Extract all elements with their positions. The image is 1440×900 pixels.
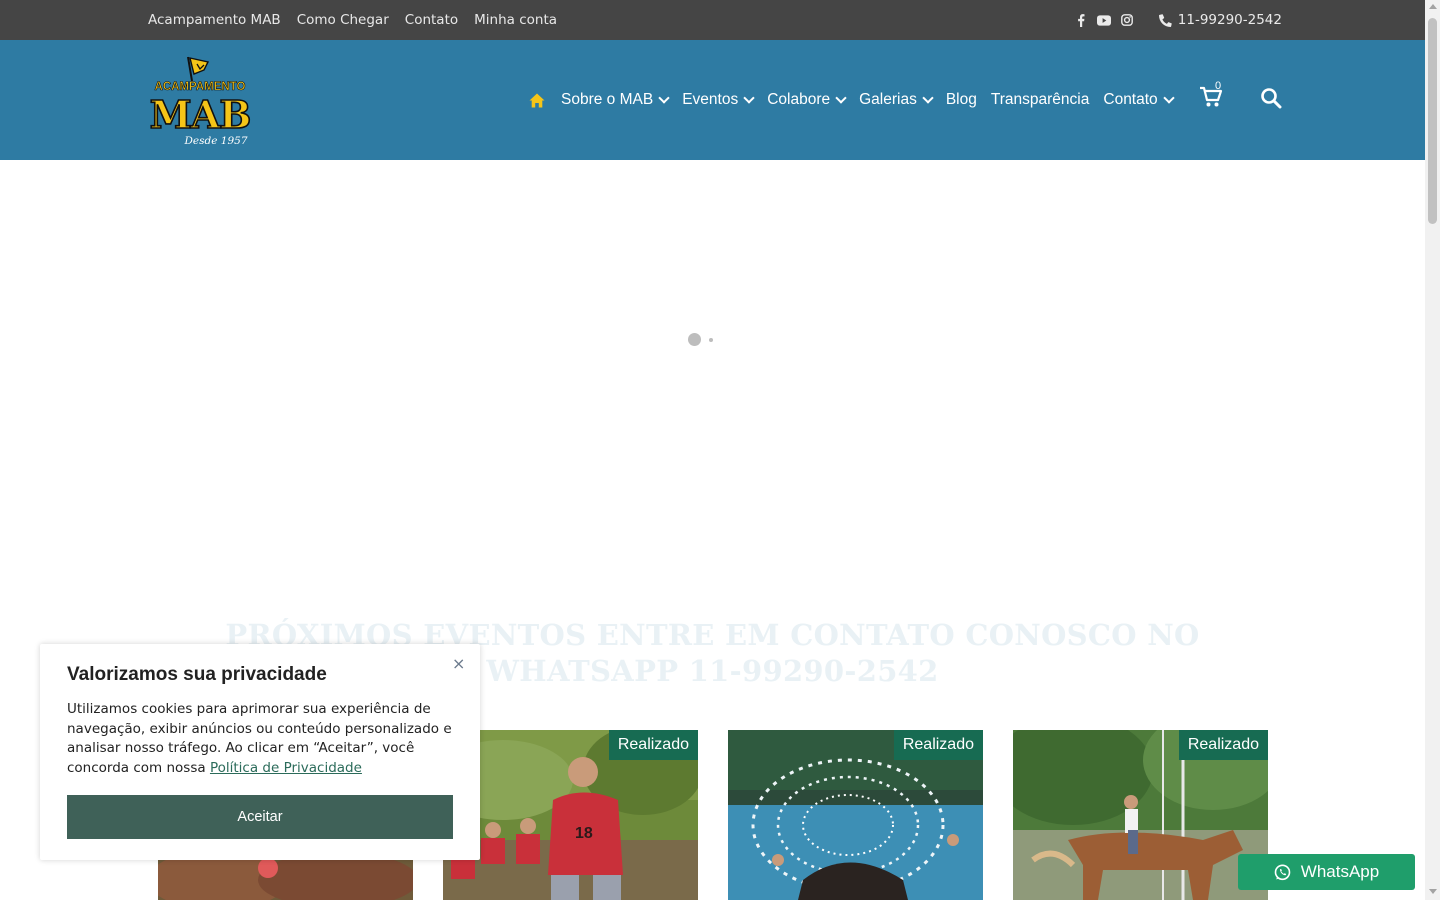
chevron-down-icon — [835, 92, 847, 104]
chevron-down-icon — [743, 92, 755, 104]
nav-home[interactable] — [529, 93, 545, 108]
nav-label: Blog — [945, 91, 977, 108]
scrollbar-thumb[interactable] — [1428, 18, 1437, 224]
nav-galerias[interactable]: Galerias — [859, 91, 934, 109]
loader-dot — [688, 333, 701, 346]
nav-contato[interactable]: Contato — [1103, 91, 1175, 109]
top-phone[interactable]: 11-99290-2542 — [1158, 12, 1282, 28]
top-link-contato[interactable]: Contato — [405, 12, 458, 28]
cookie-title: Valorizamos sua privacidade — [67, 664, 327, 685]
nav-label: Contato — [1103, 91, 1158, 108]
top-link-minha-conta[interactable]: Minha conta — [474, 12, 557, 28]
nav-label: Galerias — [859, 91, 917, 108]
top-link-acampamento[interactable]: Acampamento MAB — [148, 12, 281, 28]
status-badge: Realizado — [1178, 730, 1268, 760]
event-card[interactable]: Realizado — [1013, 730, 1268, 900]
search-button[interactable] — [1260, 87, 1284, 111]
chevron-down-icon — [1163, 92, 1175, 104]
search-icon — [1261, 88, 1282, 109]
youtube-icon[interactable] — [1096, 13, 1111, 27]
page-scrollbar[interactable] — [1425, 0, 1440, 900]
nav-eventos[interactable]: Eventos — [682, 91, 755, 109]
close-icon[interactable]: × — [452, 654, 465, 673]
top-bar: Acampamento MAB Como Chegar Contato Minh… — [0, 0, 1425, 40]
whatsapp-label: WhatsApp — [1300, 862, 1380, 881]
cookie-banner: Valorizamos sua privacidade × Utilizamos… — [40, 644, 480, 860]
main-nav: Sobre o MAB Eventos Colabore Galerias Bl… — [529, 40, 1187, 160]
facebook-icon[interactable] — [1074, 13, 1088, 27]
nav-label: Colabore — [767, 91, 831, 108]
nav-transparencia[interactable]: Transparência — [991, 91, 1090, 109]
instagram-icon[interactable] — [1120, 13, 1134, 27]
slider-loader — [688, 333, 713, 346]
top-links: Acampamento MAB Como Chegar Contato Minh… — [148, 0, 557, 40]
nav-blog[interactable]: Blog — [946, 91, 977, 109]
loader-dot — [709, 337, 713, 342]
svg-text:Desde 1957: Desde 1957 — [183, 135, 247, 147]
nav-label: Transparência — [990, 91, 1090, 108]
svg-text:18: 18 — [575, 825, 593, 842]
event-card[interactable]: Realizado — [728, 730, 983, 900]
nav-sobre[interactable]: Sobre o MAB — [561, 91, 670, 109]
chevron-down-icon — [922, 92, 934, 104]
scroll-up-icon[interactable] — [1429, 4, 1437, 9]
status-badge: Realizado — [608, 730, 698, 760]
home-icon — [529, 93, 545, 107]
scroll-down-icon[interactable] — [1429, 889, 1437, 894]
phone-number: 11-99290-2542 — [1177, 12, 1282, 28]
whatsapp-icon — [1274, 864, 1291, 880]
nav-colabore[interactable]: Colabore — [767, 91, 847, 109]
privacy-policy-link[interactable]: Política de Privacidade — [210, 760, 362, 776]
whatsapp-button[interactable]: WhatsApp — [1238, 854, 1415, 890]
nav-label: Eventos — [682, 91, 739, 108]
phone-icon — [1158, 13, 1172, 27]
top-link-como-chegar[interactable]: Como Chegar — [297, 12, 389, 28]
cookie-text: Utilizamos cookies para aprimorar sua ex… — [67, 700, 457, 778]
cart-count: 0 — [1215, 80, 1222, 92]
event-card[interactable]: 18 Realizado — [443, 730, 698, 900]
status-badge: Realizado — [893, 730, 983, 760]
nav-label: Sobre o MAB — [561, 91, 654, 108]
svg-text:MAB: MAB — [150, 92, 251, 137]
top-contact: 11-99290-2542 — [1074, 0, 1282, 40]
accept-cookies-button[interactable]: Aceitar — [67, 795, 453, 839]
main-header: ACAMPAMENTO MAB Desde 1957 Sobre o MAB E… — [0, 40, 1425, 160]
site-logo[interactable]: ACAMPAMENTO MAB Desde 1957 — [146, 54, 254, 148]
chevron-down-icon — [658, 92, 670, 104]
